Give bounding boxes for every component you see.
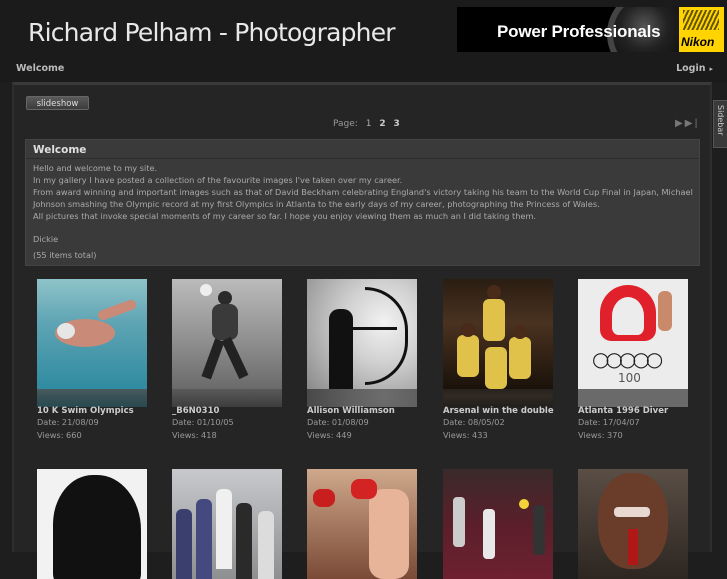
thumbnail-image[interactable]: ○○○○○ 100: [578, 279, 688, 389]
ad-banner[interactable]: Power Professionals Nikon: [457, 7, 724, 52]
page-link-1[interactable]: 1: [366, 119, 372, 129]
item-count: (55 items total): [33, 250, 97, 261]
thumbnail-reflection: [578, 389, 688, 407]
item-views: Views: 433: [443, 429, 488, 440]
nikon-logo-text: Nikon: [681, 35, 715, 49]
site-header: Richard Pelham - Photographer Power Prof…: [0, 0, 727, 82]
thumbnail-reflection: [443, 389, 553, 407]
page-label: Page:: [333, 119, 358, 129]
sidebar-label: Sidebar: [716, 105, 725, 136]
gallery-item[interactable]: Arsenal win the double Date: 08/05/02 Vi…: [443, 279, 554, 441]
welcome-box: Welcome Hello and welcome to my site. In…: [25, 139, 700, 266]
item-title[interactable]: Arsenal win the double: [443, 406, 554, 416]
welcome-text: Hello and welcome to my site. In my gall…: [33, 163, 693, 262]
gallery-item[interactable]: [37, 469, 147, 579]
nav-welcome[interactable]: Welcome: [16, 63, 64, 74]
pagination: Page: 1 2 3: [333, 119, 400, 129]
thumbnail-image[interactable]: [443, 279, 553, 389]
gallery-item[interactable]: ○○○○○ 100 Atlanta 1996 Diver Date: 17/04/…: [578, 279, 688, 441]
item-date: Date: 17/04/07: [578, 417, 640, 427]
thumbnail-reflection: [37, 389, 147, 407]
thumbnail-image[interactable]: [37, 469, 147, 579]
welcome-heading: Welcome: [33, 144, 87, 156]
last-page-icon[interactable]: ▶|: [685, 118, 700, 129]
gallery-item[interactable]: [443, 469, 553, 579]
welcome-line: Hello and welcome to my site.: [33, 163, 158, 173]
page-link-3[interactable]: 3: [393, 119, 399, 129]
ad-text: Power Professionals: [497, 22, 661, 41]
chevron-right-icon: ▸: [709, 65, 713, 73]
item-date: Date: 01/10/05: [172, 417, 234, 427]
item-title[interactable]: _B6N0310: [172, 406, 282, 416]
item-date: Date: 21/08/09: [37, 417, 99, 427]
item-views: Views: 418: [172, 429, 217, 440]
item-title[interactable]: Allison Williamson: [307, 406, 417, 416]
divider: [26, 158, 699, 159]
slideshow-button[interactable]: slideshow: [26, 96, 89, 110]
thumbnail-image[interactable]: [172, 469, 282, 579]
item-views: Views: 449: [307, 429, 352, 440]
page-link-2[interactable]: 2: [379, 119, 385, 129]
gallery-item[interactable]: [307, 469, 417, 579]
nikon-logo: Nikon: [679, 7, 724, 52]
gallery-item[interactable]: [172, 469, 282, 579]
login-label[interactable]: Login: [676, 63, 705, 74]
gallery-item[interactable]: 10 K Swim Olympics Date: 21/08/09 Views:…: [37, 279, 147, 441]
item-title[interactable]: 10 K Swim Olympics: [37, 406, 147, 416]
sidebar-toggle[interactable]: Sidebar: [713, 100, 727, 148]
item-views: Views: 370: [578, 429, 623, 440]
welcome-line: [33, 223, 693, 235]
thumbnail-image[interactable]: [578, 469, 688, 579]
thumbnail-reflection: [172, 389, 282, 407]
pager-nav: ▶▶|: [675, 118, 700, 129]
gallery-item[interactable]: [578, 469, 688, 579]
thumbnail-image[interactable]: [37, 279, 147, 389]
welcome-line: From award winning and important images …: [33, 186, 693, 209]
thumbnail-image[interactable]: [443, 469, 553, 579]
welcome-signature: Dickie: [33, 234, 59, 245]
item-title[interactable]: Atlanta 1996 Diver: [578, 406, 688, 416]
item-date: Date: 08/05/02: [443, 417, 505, 427]
item-views: Views: 660: [37, 429, 82, 440]
welcome-line: All pictures that invoke special moments…: [33, 210, 537, 221]
login-link[interactable]: Login ▸: [676, 63, 713, 74]
thumbnail-image[interactable]: [307, 469, 417, 579]
next-page-icon[interactable]: ▶: [675, 118, 685, 129]
gallery-item[interactable]: _B6N0310 Date: 01/10/05 Views: 418: [172, 279, 282, 441]
gallery-item[interactable]: Allison Williamson Date: 01/08/09 Views:…: [307, 279, 417, 441]
item-date: Date: 01/08/09: [307, 417, 369, 427]
thumbnail-image[interactable]: [172, 279, 282, 389]
site-title[interactable]: Richard Pelham - Photographer: [28, 18, 396, 47]
thumbnail-reflection: [307, 389, 417, 407]
thumbnail-image[interactable]: [307, 279, 417, 389]
welcome-line: In my gallery I have posted a collection…: [33, 174, 403, 185]
